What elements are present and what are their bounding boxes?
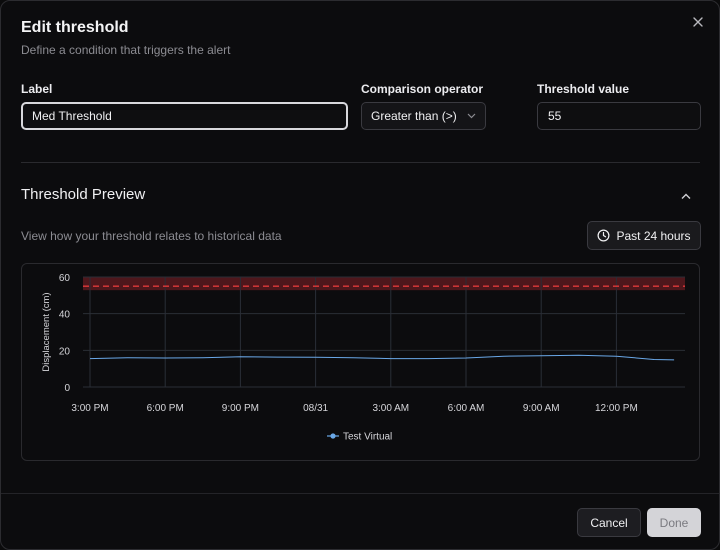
y-tick-label: 40 xyxy=(59,310,71,321)
y-axis-label: Displacement (cm) xyxy=(41,292,52,371)
legend-label: Test Virtual xyxy=(343,432,392,443)
dialog-title: Edit threshold xyxy=(21,19,129,36)
section-divider xyxy=(21,162,700,163)
x-tick-label: 12:00 PM xyxy=(595,403,638,414)
label-input[interactable] xyxy=(21,102,348,130)
y-tick-label: 20 xyxy=(59,346,71,357)
x-tick-label: 6:00 PM xyxy=(147,403,184,414)
clock-icon xyxy=(597,229,610,242)
threshold-preview-chart: 0 20 40 60 3:00 PM 6:00 PM 9:00 PM 08/31 3:00 AM… xyxy=(41,273,685,443)
preview-title: Threshold Preview xyxy=(21,186,146,203)
operator-value: Greater than (>) xyxy=(371,109,457,123)
y-tick-label: 0 xyxy=(64,383,70,394)
chevron-down-icon xyxy=(467,113,476,119)
x-tick-label: 6:00 AM xyxy=(448,403,485,414)
edit-threshold-dialog: Edit threshold Define a condition that t… xyxy=(0,0,720,550)
threshold-value-input[interactable] xyxy=(537,102,701,130)
threshold-band xyxy=(83,277,685,291)
threshold-field-title: Threshold value xyxy=(537,82,630,96)
series-line xyxy=(89,354,675,361)
label-field-title: Label xyxy=(21,82,53,96)
x-tick-label: 08/31 xyxy=(303,403,328,414)
x-tick-label: 3:00 AM xyxy=(372,403,409,414)
operator-field-title: Comparison operator xyxy=(361,82,484,96)
footer-divider xyxy=(1,493,719,494)
done-button[interactable]: Done xyxy=(647,508,701,537)
x-tick-label: 9:00 PM xyxy=(222,403,259,414)
chevron-up-icon xyxy=(681,193,691,199)
close-icon xyxy=(693,17,703,27)
time-range-label: Past 24 hours xyxy=(616,228,691,243)
cancel-button[interactable]: Cancel xyxy=(577,508,641,537)
x-tick-label: 9:00 AM xyxy=(523,403,560,414)
dialog-subtitle: Define a condition that triggers the ale… xyxy=(21,43,231,57)
legend-swatch-marker xyxy=(330,433,336,439)
collapse-preview-button[interactable] xyxy=(677,187,695,205)
y-tick-label: 60 xyxy=(59,273,71,284)
preview-description: View how your threshold relates to histo… xyxy=(21,229,282,243)
close-button[interactable] xyxy=(689,13,707,31)
comparison-operator-select[interactable]: Greater than (>) xyxy=(361,102,486,130)
time-range-button[interactable]: Past 24 hours xyxy=(587,221,701,250)
x-tick-label: 3:00 PM xyxy=(71,403,108,414)
